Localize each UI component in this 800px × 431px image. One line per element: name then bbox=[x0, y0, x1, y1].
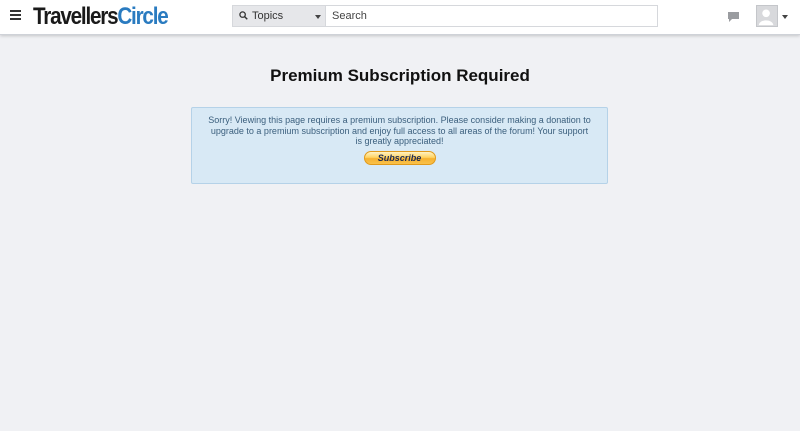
site-logo[interactable]: TravellersCircle bbox=[33, 3, 169, 31]
search-scope-label: Topics bbox=[252, 10, 284, 22]
subscribe-button[interactable]: Subscribe bbox=[363, 150, 436, 165]
search-icon bbox=[239, 11, 248, 20]
chevron-down-icon bbox=[315, 15, 321, 19]
search-scope-dropdown[interactable]: Topics bbox=[232, 5, 326, 27]
user-avatar-icon[interactable] bbox=[756, 5, 778, 27]
logo-text-travellers: Travellers bbox=[33, 3, 119, 30]
page-title: Premium Subscription Required bbox=[270, 66, 530, 85]
premium-notice-box: Sorry! Viewing this page requires a prem… bbox=[191, 107, 608, 184]
hamburger-menu-icon[interactable] bbox=[10, 10, 21, 20]
search-input[interactable] bbox=[326, 5, 658, 27]
search-bar: Topics bbox=[232, 5, 658, 27]
chevron-down-icon[interactable] bbox=[782, 15, 788, 19]
top-navigation-bar: TravellersCircle Topics bbox=[0, 0, 800, 35]
logo-text-circle: Circle bbox=[117, 3, 168, 30]
notice-message: Sorry! Viewing this page requires a prem… bbox=[208, 115, 591, 146]
chat-bubble-icon[interactable] bbox=[727, 11, 740, 23]
